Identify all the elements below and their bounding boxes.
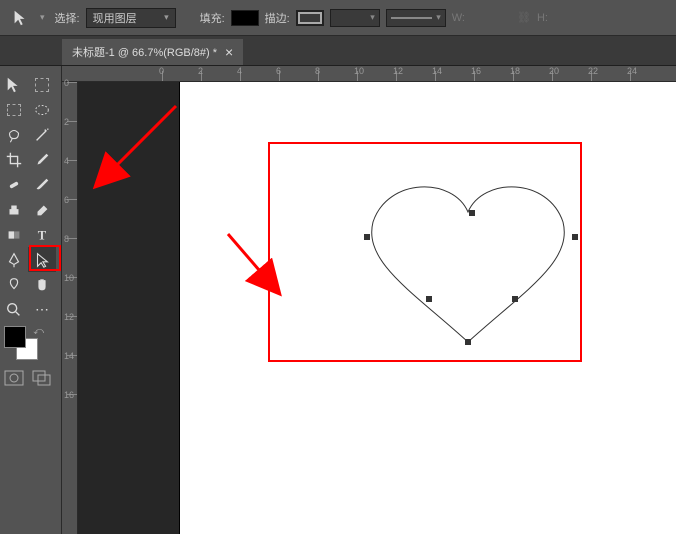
color-swatches[interactable]: ⤺ (4, 326, 54, 366)
close-icon[interactable]: × (225, 47, 233, 57)
shape-tool[interactable] (0, 272, 28, 297)
height-label: H: (537, 12, 548, 24)
artboard-tool[interactable] (28, 72, 56, 97)
more-tools[interactable]: ⋯ (28, 297, 56, 322)
eyedropper-tool[interactable] (28, 147, 56, 172)
ruler-tick: 12 (64, 312, 74, 322)
path-select-option-icon[interactable] (6, 5, 34, 30)
eraser-tool[interactable] (28, 197, 56, 222)
hand-tool[interactable] (28, 272, 56, 297)
screen-mode-icon[interactable] (32, 370, 52, 386)
select-layer-value: 现用图层 (93, 10, 137, 26)
ruler-tick: 10 (354, 66, 364, 76)
ruler-tick: 16 (471, 66, 481, 76)
ruler-tick: 14 (64, 351, 74, 361)
select-layer-dropdown[interactable]: 现用图层 ▾ (86, 8, 176, 28)
ruler-tick: 4 (64, 156, 69, 166)
tool-preset-dropdown[interactable]: ▾ (40, 12, 45, 23)
document-tab[interactable]: 未标题-1 @ 66.7%(RGB/8#) * × (62, 39, 243, 65)
quick-mask-icon[interactable] (4, 370, 24, 386)
stroke-style-dropdown[interactable]: ▾ (386, 9, 446, 27)
ruler-tick: 0 (159, 66, 164, 76)
ruler-tick: 14 (432, 66, 442, 76)
fill-swatch[interactable] (231, 10, 259, 26)
anchor-br[interactable] (512, 296, 518, 302)
canvas-area[interactable] (78, 82, 676, 534)
ruler-tick: 2 (64, 117, 69, 127)
brush-tool[interactable] (28, 172, 56, 197)
anchor-left[interactable] (364, 234, 370, 240)
healing-tool[interactable] (0, 172, 28, 197)
magic-wand-tool[interactable] (28, 122, 56, 147)
clone-tool[interactable] (0, 197, 28, 222)
chevron-down-icon: ▾ (164, 12, 169, 23)
ruler-vertical: 0246810121416 (62, 82, 78, 534)
ruler-horizontal: 024681012141618202224 (62, 66, 676, 82)
heart-path[interactable] (358, 172, 578, 362)
ruler-tick: 12 (393, 66, 403, 76)
marquee-ellipse-tool[interactable] (28, 97, 56, 122)
ruler-tick: 6 (276, 66, 281, 76)
stroke-width-field[interactable]: ▾ (330, 9, 380, 27)
path-select-tool[interactable] (28, 247, 56, 272)
options-bar: ▾ 选择: 现用图层 ▾ 填充: 描边: ▾ ▾ W: ⛓ H: (0, 0, 676, 36)
anchor-bl[interactable] (426, 296, 432, 302)
toolbar: T ⋯ ⤺ (0, 66, 62, 534)
marquee-rect-tool[interactable] (0, 97, 28, 122)
select-label: 选择: (55, 10, 80, 26)
foreground-color-swatch[interactable] (4, 326, 26, 348)
ruler-tick: 16 (64, 390, 74, 400)
ruler-tick: 24 (627, 66, 637, 76)
svg-text:T: T (38, 228, 47, 242)
width-label: W: (452, 12, 465, 24)
move-tool[interactable] (0, 72, 28, 97)
lasso-tool[interactable] (0, 122, 28, 147)
link-icon[interactable]: ⛓ (517, 11, 531, 24)
ruler-tick: 6 (64, 195, 69, 205)
ruler-tick: 4 (237, 66, 242, 76)
stroke-label: 描边: (265, 10, 290, 26)
fill-label: 填充: (200, 10, 225, 26)
anchor-right[interactable] (572, 234, 578, 240)
ruler-tick: 20 (549, 66, 559, 76)
ruler-tick: 10 (64, 273, 74, 283)
crop-tool[interactable] (0, 147, 28, 172)
ruler-tick: 8 (64, 234, 69, 244)
swap-colors-icon[interactable]: ⤺ (33, 326, 44, 337)
ruler-tick: 18 (510, 66, 520, 76)
pen-tool[interactable] (0, 247, 28, 272)
anchor-top[interactable] (469, 210, 475, 216)
ruler-tick: 0 (64, 78, 69, 88)
type-tool[interactable]: T (28, 222, 56, 247)
stroke-swatch[interactable] (296, 10, 324, 26)
tab-bar: 未标题-1 @ 66.7%(RGB/8#) * × (0, 36, 676, 66)
ruler-tick: 22 (588, 66, 598, 76)
tab-title: 未标题-1 @ 66.7%(RGB/8#) * (72, 44, 217, 60)
zoom-tool[interactable] (0, 297, 28, 322)
ruler-tick: 8 (315, 66, 320, 76)
anchor-bottom[interactable] (465, 339, 471, 345)
ruler-tick: 2 (198, 66, 203, 76)
gradient-tool[interactable] (0, 222, 28, 247)
